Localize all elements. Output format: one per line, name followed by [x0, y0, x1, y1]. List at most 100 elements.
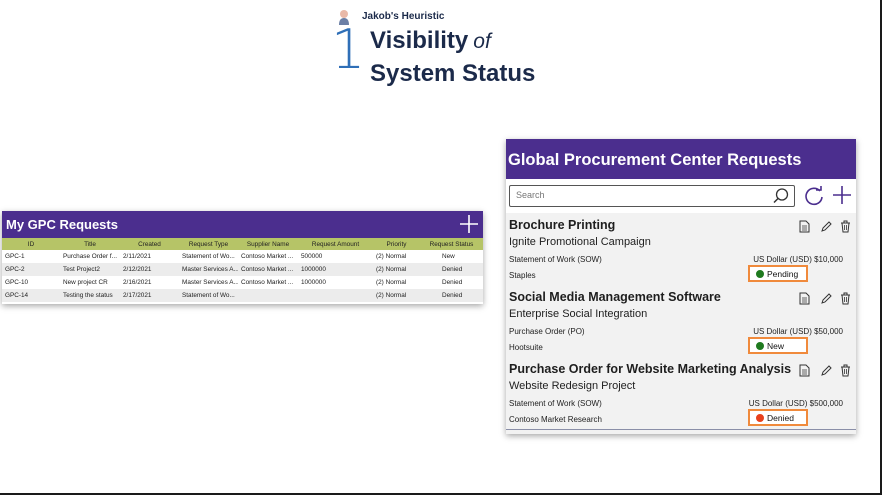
table-cell: [298, 289, 373, 302]
table-cell: 500000: [301, 253, 323, 260]
card-subtitle: Website Redesign Project: [509, 380, 636, 392]
table-cell: 2/11/2021: [123, 253, 151, 260]
heuristic-number: 1: [331, 18, 366, 81]
table-cell: Denied: [420, 289, 483, 302]
search-placeholder: Search: [516, 190, 545, 200]
card-actions: [799, 220, 853, 234]
status-badge: Denied: [748, 409, 808, 426]
table-row[interactable]: GPC-2 Test Project2 2/12/2021 Master Ser…: [2, 263, 483, 276]
table-row[interactable]: GPC-10 New project CR 2/16/2021 Master S…: [2, 276, 483, 289]
table-cell: 2/17/2021: [120, 289, 179, 302]
status-dot-icon: [756, 342, 764, 350]
card-request-type: Statement of Work (SOW): [509, 399, 602, 408]
table-cell: Denied: [442, 279, 463, 286]
my-gpc-requests-panel: My GPC Requests ID Title Created Request…: [2, 211, 483, 304]
table-cell: GPC-10: [5, 279, 29, 286]
status-text: New: [767, 341, 785, 351]
delete-icon[interactable]: [840, 364, 851, 377]
table-cell: Contoso Market ...: [241, 253, 294, 260]
gpc-title: My GPC Requests: [6, 217, 118, 232]
card-amount: US Dollar (USD) $500,000: [748, 399, 843, 408]
table-cell: GPC-2: [2, 263, 60, 276]
table-cell: Master Services A...: [179, 263, 238, 276]
status-badge: Pending: [748, 265, 808, 282]
card-vendor: Hootsuite: [509, 343, 543, 352]
card-vendor: Contoso Market Research: [509, 415, 602, 424]
table-cell: GPC-14: [2, 289, 60, 302]
column-header[interactable]: Request Type: [179, 238, 238, 250]
card-subtitle: Enterprise Social Integration: [509, 308, 648, 320]
request-card[interactable]: Brochure Printing Ignite Promotional Cam…: [506, 213, 856, 286]
column-header[interactable]: Priority: [373, 238, 420, 250]
add-icon[interactable]: [832, 185, 852, 205]
table-cell: (2) Normal: [373, 263, 420, 276]
request-card[interactable]: Purchase Order for Website Marketing Ana…: [506, 357, 856, 430]
procurement-requests-panel: Global Procurement Center Requests Searc…: [506, 139, 856, 434]
card-actions: [799, 364, 853, 378]
card-subtitle: Ignite Promotional Campaign: [509, 236, 651, 248]
table-cell: 1000000: [298, 263, 373, 276]
table-cell: (2) Normal: [376, 253, 407, 260]
gpc-header: My GPC Requests: [2, 211, 483, 238]
table-cell: New project CR: [63, 279, 108, 286]
heuristic-title-line2: System Status: [370, 60, 536, 87]
document-icon[interactable]: [799, 364, 810, 377]
delete-icon[interactable]: [840, 292, 851, 305]
status-dot-icon: [756, 270, 764, 278]
card-vendor: Staples: [509, 271, 536, 280]
column-header[interactable]: Supplier Name: [238, 238, 298, 250]
procurement-toolbar: Search: [506, 179, 856, 213]
add-icon[interactable]: [458, 213, 480, 235]
edit-icon[interactable]: [820, 292, 832, 305]
title-of: of: [473, 30, 491, 53]
status-text: Denied: [767, 413, 794, 423]
status-dot-icon: [756, 414, 764, 422]
procurement-title: Global Procurement Center Requests: [508, 151, 802, 169]
table-header-row: ID Title Created Request Type Supplier N…: [2, 238, 483, 250]
gpc-table: ID Title Created Request Type Supplier N…: [2, 238, 483, 302]
column-header[interactable]: Request Status: [420, 238, 483, 250]
table-cell: 2/16/2021: [123, 279, 152, 286]
table-cell: Purchase Order f...: [63, 253, 117, 260]
table-cell: Master Services A...: [182, 279, 238, 286]
column-header[interactable]: Title: [60, 238, 120, 250]
card-amount: US Dollar (USD) $10,000: [753, 255, 843, 264]
title-visibility: Visibility: [370, 27, 469, 54]
table-cell: Test Project2: [60, 263, 120, 276]
column-header[interactable]: Request Amount: [298, 238, 373, 250]
table-cell: GPC-1: [5, 253, 25, 260]
document-icon[interactable]: [799, 220, 810, 233]
delete-icon[interactable]: [840, 220, 851, 233]
card-request-type: Purchase Order (PO): [509, 327, 585, 336]
column-header[interactable]: Created: [120, 238, 179, 250]
table-row[interactable]: GPC-14 Testing the status 2/17/2021 Stat…: [2, 289, 483, 302]
card-request-type: Statement of Work (SOW): [509, 255, 602, 264]
table-row[interactable]: GPC-1 Purchase Order f... 2/11/2021 Stat…: [2, 250, 483, 263]
table-cell: Statement of Wo...: [179, 289, 238, 302]
heuristic-title-line1: Visibility of: [370, 27, 491, 55]
card-title: Purchase Order for Website Marketing Ana…: [509, 362, 792, 376]
search-icon[interactable]: [772, 187, 790, 205]
search-input[interactable]: Search: [509, 185, 795, 207]
table-cell: Testing the status: [60, 289, 120, 302]
table-cell: [238, 289, 298, 302]
card-amount: US Dollar (USD) $50,000: [753, 327, 843, 336]
table-cell: 1000000: [301, 279, 326, 286]
table-cell: 2/12/2021: [120, 263, 179, 276]
status-badge: New: [748, 337, 808, 354]
refresh-icon[interactable]: [803, 185, 825, 207]
table-cell: Contoso Market ...: [241, 279, 294, 286]
status-text: Pending: [767, 269, 799, 279]
table-cell: Statement of Wo...: [182, 253, 235, 260]
request-card[interactable]: Social Media Management Software Enterpr…: [506, 285, 856, 358]
card-title: Brochure Printing: [509, 218, 616, 232]
table-cell: Contoso Market ...: [238, 263, 298, 276]
column-header[interactable]: ID: [2, 238, 60, 250]
table-cell: Denied: [420, 263, 483, 276]
procurement-header: Global Procurement Center Requests: [506, 139, 856, 179]
document-icon[interactable]: [799, 292, 810, 305]
table-cell: (2) Normal: [376, 279, 407, 286]
edit-icon[interactable]: [820, 364, 832, 377]
table-cell: (2) Normal: [373, 289, 420, 302]
edit-icon[interactable]: [820, 220, 832, 233]
